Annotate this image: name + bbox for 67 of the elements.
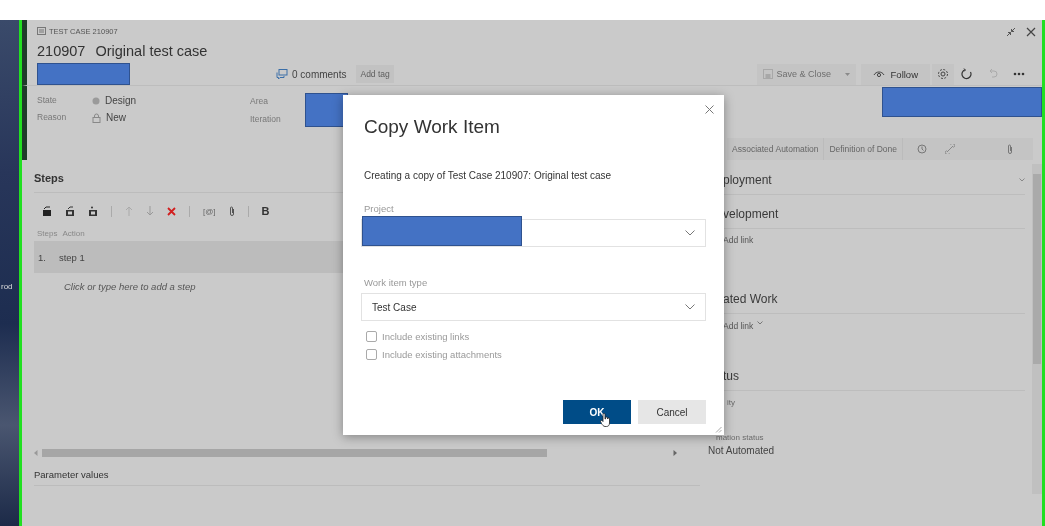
scroll-left-icon[interactable] — [34, 449, 38, 456]
field-label: ity — [727, 398, 735, 407]
field-label: State — [37, 95, 58, 106]
add-tag-button[interactable]: Add tag — [356, 65, 394, 83]
comments-icon — [276, 69, 288, 79]
field-value[interactable]: New — [106, 112, 126, 123]
scrollbar-thumb[interactable] — [42, 448, 547, 457]
field-value[interactable]: Design — [105, 95, 137, 106]
field-label: Iteration — [250, 114, 282, 124]
add-link[interactable]: Add link — [723, 235, 754, 245]
field-label: Project — [364, 203, 395, 214]
section-title: tus — [723, 369, 739, 383]
section-title: ployment — [723, 173, 772, 187]
dialog-title: Copy Work Item — [364, 116, 501, 138]
section-title: ated Work — [723, 292, 778, 306]
scroll-right-icon[interactable] — [673, 449, 677, 456]
checkbox[interactable] — [366, 331, 377, 342]
attachment-icon[interactable] — [1007, 144, 1014, 154]
follow-button[interactable]: Follow — [860, 63, 930, 85]
section-title: Parameter values — [34, 469, 700, 486]
state-dot-icon — [92, 96, 100, 105]
refresh-icon[interactable] — [961, 68, 973, 80]
column-header: Action — [62, 229, 85, 238]
scrollbar[interactable] — [1032, 164, 1042, 494]
attachment-icon[interactable] — [228, 206, 235, 216]
insert-parameter-button[interactable]: [@] — [203, 206, 216, 216]
checkbox-label[interactable]: Include existing links — [382, 331, 470, 342]
collapse-icon[interactable] — [1006, 27, 1016, 37]
field-label: mation status — [716, 433, 764, 442]
bold-button[interactable]: B — [261, 205, 270, 217]
step-number: 1. — [38, 251, 46, 263]
tab[interactable]: Definition of Done — [824, 138, 904, 160]
work-item-title[interactable]: Original test case — [95, 43, 208, 59]
project-dropdown[interactable] — [361, 219, 706, 247]
close-icon[interactable] — [1026, 27, 1036, 37]
resize-grip-icon[interactable] — [715, 426, 722, 433]
lock-icon — [92, 112, 101, 123]
chevron-down-icon[interactable] — [685, 230, 695, 236]
checkbox[interactable] — [366, 349, 377, 360]
tab[interactable]: Associated Automation — [727, 138, 825, 160]
arrow-down-icon[interactable] — [146, 206, 154, 216]
settings-icon[interactable] — [937, 68, 949, 80]
desktop-label: rod — [1, 282, 13, 291]
add-link[interactable]: Add link — [723, 321, 754, 331]
field-label: Area — [250, 96, 269, 106]
dialog-description: Creating a copy of Test Case 210907: Original test case — [364, 170, 613, 181]
work-item-id: 210907 — [37, 43, 86, 59]
delete-icon[interactable] — [167, 206, 176, 216]
cancel-button[interactable]: Cancel — [638, 400, 706, 424]
close-icon[interactable] — [705, 105, 714, 114]
chevron-down-icon[interactable] — [757, 321, 764, 325]
chevron-down-icon[interactable] — [685, 304, 695, 310]
chevron-down-icon[interactable] — [1019, 178, 1025, 182]
step-action[interactable]: step 1 — [58, 251, 85, 263]
checkbox-label[interactable]: Include existing attachments — [382, 349, 502, 360]
more-icon[interactable] — [1013, 72, 1025, 76]
work-item-type-dropdown[interactable]: Test Case — [361, 293, 706, 321]
history-icon[interactable] — [917, 144, 928, 154]
comments-count[interactable]: 0 comments — [292, 68, 347, 80]
field-label: Reason — [37, 112, 68, 123]
eye-icon — [872, 70, 885, 78]
ok-button[interactable]: OK — [563, 400, 631, 424]
section-title: velopment — [723, 207, 779, 221]
save-icon — [762, 69, 773, 79]
field-value: Not Automated — [708, 445, 775, 456]
field-label: Work item type — [364, 277, 429, 288]
add-step-hint[interactable]: Click or type here to add a step — [64, 281, 196, 292]
